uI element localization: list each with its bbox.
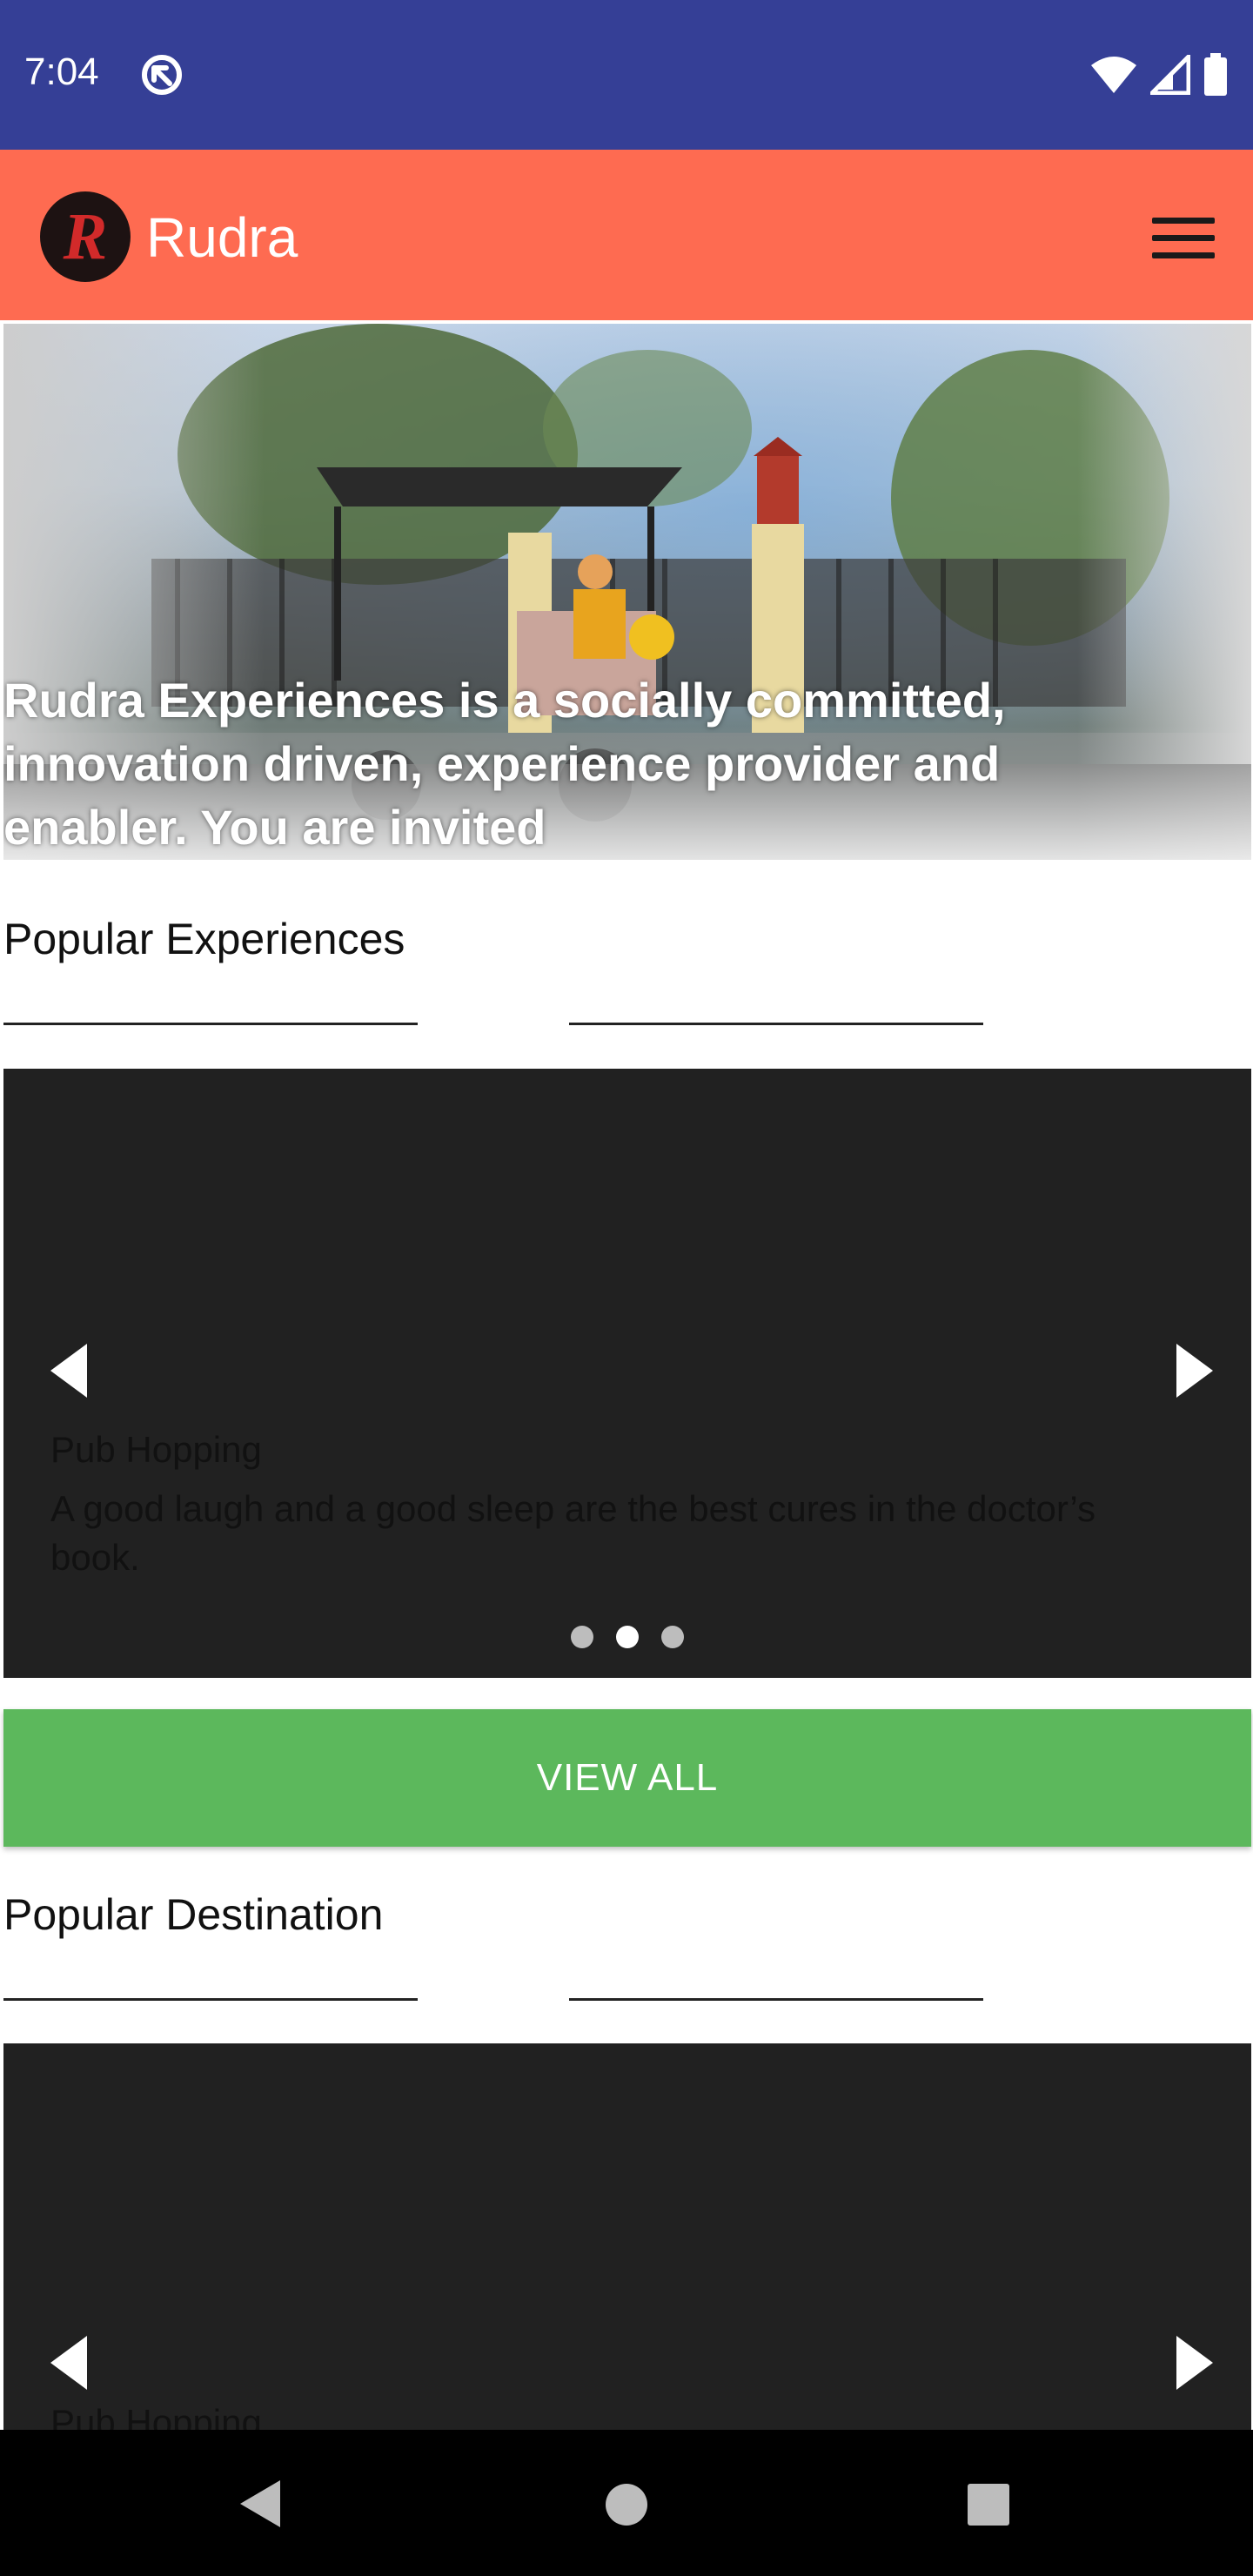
hero-caption: Rudra Experiences is a socially committe…: [3, 673, 1006, 855]
slide-description: A good laugh and a good sleep are the be…: [50, 1488, 1096, 1578]
carousel-indicator-active[interactable]: [616, 1626, 639, 1648]
carousel-next-arrow-icon[interactable]: [1164, 2332, 1216, 2393]
slide-title: Pub Hopping: [50, 2402, 262, 2430]
carousel-next-arrow-icon[interactable]: [1164, 1340, 1216, 1401]
experiences-carousel[interactable]: Pub Hopping A good laugh and a good slee…: [3, 1069, 1251, 1678]
status-time: 7:04: [24, 50, 99, 93]
hamburger-menu-button[interactable]: [1147, 202, 1220, 275]
title-underline: [569, 1023, 983, 1025]
wifi-icon: [1091, 57, 1136, 93]
cellular-signal-icon: [1150, 55, 1190, 95]
logo-letter: R: [63, 200, 108, 273]
menu-line-icon: [1152, 235, 1215, 241]
carousel-indicators: [3, 1626, 1251, 1653]
destinations-carousel[interactable]: Pub Hopping: [3, 2043, 1251, 2430]
menu-line-icon: [1152, 218, 1215, 224]
status-icons: [1089, 52, 1229, 97]
status-bar: 7:04: [0, 0, 1253, 150]
battery-icon: [1204, 53, 1227, 96]
carousel-prev-arrow-icon[interactable]: [47, 1340, 99, 1401]
back-icon[interactable]: [237, 2477, 285, 2531]
recents-icon[interactable]: [966, 2482, 1011, 2527]
home-icon[interactable]: [604, 2482, 649, 2527]
app-title: Rudra: [146, 206, 298, 269]
title-underline: [569, 1998, 983, 2001]
view-all-button[interactable]: VIEW ALL: [3, 1709, 1251, 1847]
carousel-indicator[interactable]: [661, 1626, 685, 1648]
slide-title: Pub Hopping: [50, 1429, 262, 1470]
app-bar: R Rudra: [0, 150, 1253, 320]
popular-experiences-title: Popular Experiences: [3, 915, 405, 963]
hero-banner: Rudra Experiences is a socially committe…: [3, 324, 1251, 860]
title-underline: [3, 1998, 418, 2001]
app-notification-icon: [142, 55, 182, 95]
carousel-prev-arrow-icon[interactable]: [47, 2332, 99, 2393]
rudra-logo[interactable]: R: [40, 191, 131, 282]
menu-line-icon: [1152, 252, 1215, 258]
system-navigation-bar: [0, 2430, 1253, 2576]
carousel-indicator[interactable]: [570, 1626, 593, 1648]
title-underline: [3, 1023, 418, 1025]
popular-destination-title: Popular Destination: [3, 1890, 384, 1939]
